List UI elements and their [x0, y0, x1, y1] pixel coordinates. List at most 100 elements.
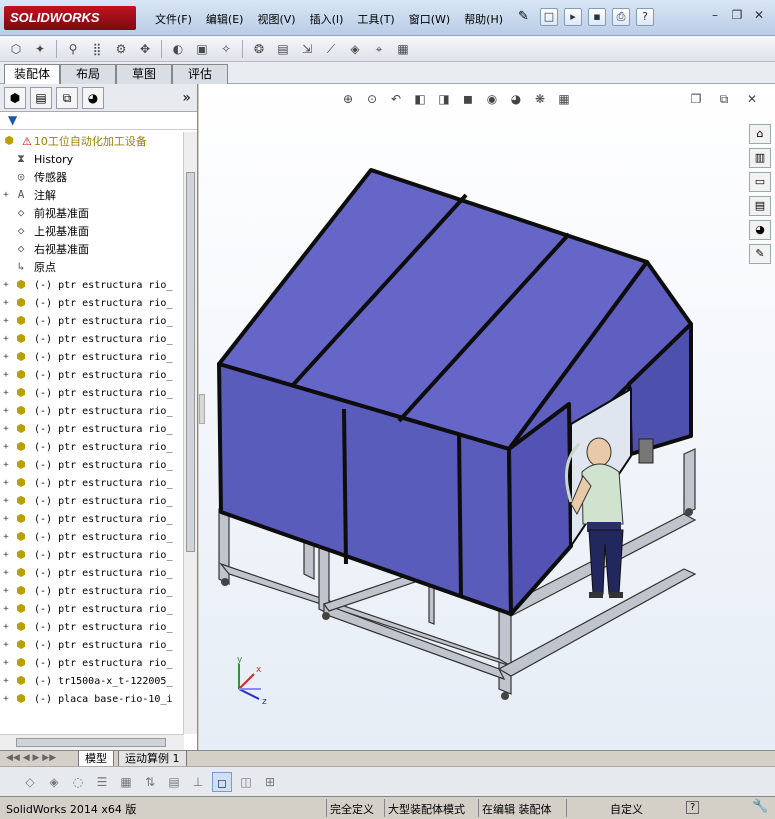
new-document-icon[interactable]: □ [540, 8, 558, 26]
sort-icon[interactable]: ⇅ [140, 772, 160, 792]
tree-expander[interactable]: + [0, 532, 12, 542]
tree-component-row[interactable]: + ⬢ (-) ptr estructura rio_ [0, 330, 184, 348]
menu-edit[interactable]: 编辑(E) [199, 11, 251, 27]
tree-expander[interactable]: + [0, 334, 12, 344]
open-icon[interactable]: ▸ [564, 8, 582, 26]
panel-collapse-handle[interactable] [199, 394, 205, 424]
tree-component-row[interactable]: + ⬢ (-) tr1500a-x_t-122005_ [0, 672, 184, 690]
tree-component-row[interactable]: + ⬢ (-) ptr estructura rio_ [0, 438, 184, 456]
reference-geometry-icon[interactable]: ✧ [216, 39, 236, 59]
axis-icon[interactable]: ⊥ [188, 772, 208, 792]
tree-component-row[interactable]: + ⬢ (-) ptr estructura rio_ [0, 420, 184, 438]
graphics-area[interactable]: ⊕ ⊙ ↶ ◧ ◨ ◼ ◉ ◕ ❋ ▦ ❐ ⧉ ✕ ⌂ ▥ ▭ ▤ ◕ ✎ y … [199, 84, 775, 750]
tree-expander[interactable]: + [0, 190, 12, 200]
tree-component-row[interactable]: + ⬢ (-) ptr estructura rio_ [0, 618, 184, 636]
shaded-edges-icon[interactable]: ◈ [44, 772, 64, 792]
tree-horizontal-scrollbar[interactable] [0, 734, 184, 750]
interference-detection-icon[interactable]: ◈ [345, 39, 365, 59]
tree-expander[interactable]: + [0, 694, 12, 704]
feature-manager-tab-icon[interactable]: ⬢ [4, 86, 26, 109]
tree-item[interactable]: ◇ 前视基准面 [0, 204, 184, 222]
tab-motion-study[interactable]: 运动算例 1 [118, 751, 187, 767]
tree-expander[interactable]: + [0, 460, 12, 470]
tree-component-row[interactable]: + ⬢ (-) ptr estructura rio_ [0, 636, 184, 654]
menu-window[interactable]: 窗口(W) [402, 11, 457, 27]
close-icon[interactable]: ✕ [751, 8, 767, 24]
scroll-thumb[interactable] [16, 738, 166, 747]
tree-item[interactable]: ◎ 传感器 [0, 168, 184, 186]
tree-component-row[interactable]: + ⬢ (-) ptr estructura rio_ [0, 456, 184, 474]
assembly-features-icon[interactable]: ▣ [192, 39, 212, 59]
mate-icon[interactable]: ⚲ [63, 39, 83, 59]
save-icon[interactable]: ▪ [588, 8, 606, 26]
tab-sketch[interactable]: 草图 [116, 64, 172, 84]
tree-expander[interactable]: + [0, 424, 12, 434]
grid-icon[interactable]: ▦ [116, 772, 136, 792]
units-status[interactable]: 自定义 [610, 801, 643, 817]
tree-vertical-scrollbar[interactable] [183, 132, 197, 734]
tree-root[interactable]: ⬢ ⚠ 10工位自动化加工设备 [0, 132, 184, 150]
tree-component-row[interactable]: + ⬢ (-) ptr estructura rio_ [0, 276, 184, 294]
tree-item[interactable]: ↳ 原点 [0, 258, 184, 276]
tree-item[interactable]: ⧗ History [0, 150, 184, 168]
tab-layout[interactable]: 布局 [60, 64, 116, 84]
tree-component-row[interactable]: + ⬢ (-) ptr estructura rio_ [0, 510, 184, 528]
list-view-icon[interactable]: ☰ [92, 772, 112, 792]
solidworks-logo[interactable]: SOLIDWORKS [4, 6, 136, 30]
tree-expander[interactable]: + [0, 388, 12, 398]
explode-line-sketch-icon[interactable]: ⟋ [321, 39, 341, 59]
tree-component-row[interactable]: + ⬢ (-) ptr estructura rio_ [0, 546, 184, 564]
menu-file[interactable]: 文件(F) [148, 11, 199, 27]
menu-tools[interactable]: 工具(T) [350, 11, 401, 27]
hide-show-icon[interactable]: ◌ [68, 772, 88, 792]
exploded-view-icon[interactable]: ⇲ [297, 39, 317, 59]
tree-item[interactable]: ◇ 上视基准面 [0, 222, 184, 240]
tree-component-row[interactable]: + ⬢ (-) ptr estructura rio_ [0, 564, 184, 582]
menu-view[interactable]: 视图(V) [250, 11, 302, 27]
tree-expander[interactable]: + [0, 352, 12, 362]
print-icon[interactable]: ⎙ [612, 8, 630, 26]
expand-panel-icon[interactable]: » [182, 90, 191, 106]
tree-component-row[interactable]: + ⬢ (-) ptr estructura rio_ [0, 474, 184, 492]
tree-expander[interactable]: + [0, 496, 12, 506]
move-component-icon[interactable]: ✥ [135, 39, 155, 59]
tree-component-row[interactable]: + ⬢ (-) ptr estructura rio_ [0, 366, 184, 384]
tree-expander[interactable]: + [0, 370, 12, 380]
hidden-lines-removed-icon[interactable]: ◇ [20, 772, 40, 792]
tab-model[interactable]: 模型 [78, 751, 114, 767]
appearance-tab-icon[interactable]: ◕ [82, 86, 104, 109]
quick-tips-icon[interactable]: ? [686, 801, 700, 814]
rebuild-icon[interactable]: 🔧 [752, 799, 768, 814]
tree-expander[interactable]: + [0, 406, 12, 416]
tree-expander[interactable]: + [0, 442, 12, 452]
tab-assembly[interactable]: 装配体 [4, 64, 60, 84]
tree-item[interactable]: ◇ 右视基准面 [0, 240, 184, 258]
smart-fasteners-icon[interactable]: ⚙ [111, 39, 131, 59]
tree-component-row[interactable]: + ⬢ (-) ptr estructura rio_ [0, 294, 184, 312]
tree-component-row[interactable]: + ⬢ (-) ptr estructura rio_ [0, 582, 184, 600]
linear-pattern-icon[interactable]: ⣿ [87, 39, 107, 59]
tree-expander[interactable]: + [0, 640, 12, 650]
tree-component-row[interactable]: + ⬢ (-) placa base-rio-10_i [0, 690, 184, 708]
tree-expander[interactable]: + [0, 622, 12, 632]
help-icon[interactable]: ? [636, 8, 654, 26]
insert-component-icon[interactable]: ⬡ [6, 39, 26, 59]
single-view-icon[interactable]: ◻ [212, 771, 232, 792]
two-view-icon[interactable]: ◫ [236, 772, 256, 792]
tree-item[interactable]: + A 注解 [0, 186, 184, 204]
tree-component-row[interactable]: + ⬢ (-) ptr estructura rio_ [0, 492, 184, 510]
tree-component-row[interactable]: + ⬢ (-) ptr estructura rio_ [0, 654, 184, 672]
instant3d-icon[interactable]: ▦ [393, 39, 413, 59]
show-hidden-icon[interactable]: ◐ [168, 39, 188, 59]
scroll-thumb[interactable] [186, 172, 195, 552]
display-pane-icon[interactable]: ▤ [164, 772, 184, 792]
tree-expander[interactable]: + [0, 514, 12, 524]
tab-scroll-arrows[interactable]: ◀◀ ◀ ▶ ▶▶ [6, 753, 56, 763]
tree-component-row[interactable]: + ⬢ (-) ptr estructura rio_ [0, 528, 184, 546]
clearance-verification-icon[interactable]: ⌖ [369, 39, 389, 59]
bill-of-materials-icon[interactable]: ▤ [273, 39, 293, 59]
property-manager-tab-icon[interactable]: ▤ [30, 86, 52, 109]
tree-expander[interactable]: + [0, 298, 12, 308]
tree-expander[interactable]: + [0, 316, 12, 326]
menu-help[interactable]: 帮助(H) [457, 11, 510, 27]
